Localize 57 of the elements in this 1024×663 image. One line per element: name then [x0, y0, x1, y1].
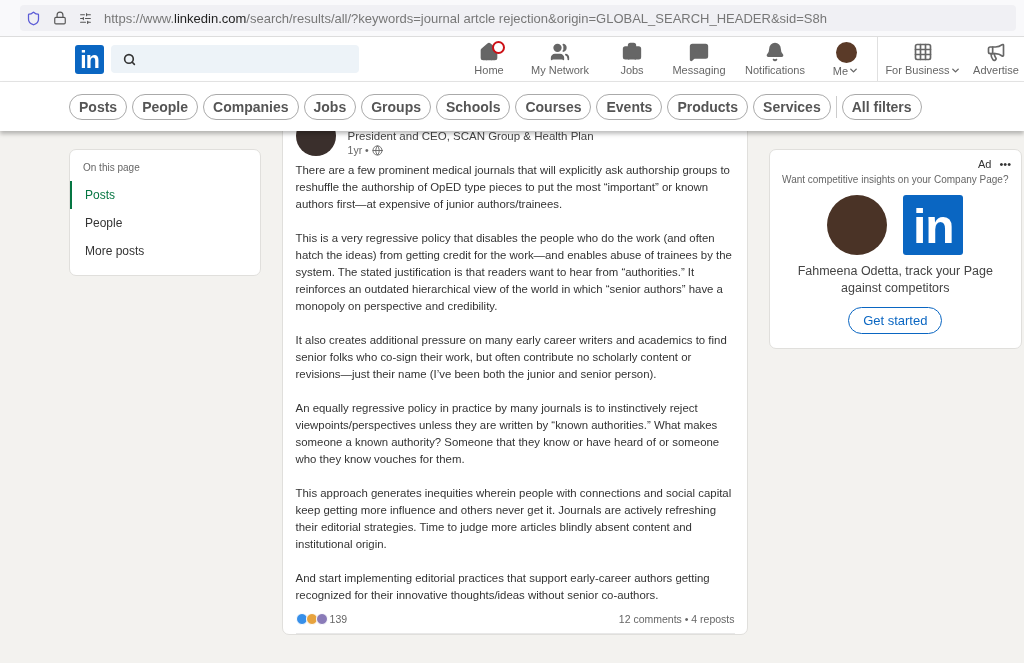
filter-chip[interactable]: Courses — [515, 93, 592, 120]
sidebar-item[interactable]: Posts — [70, 181, 260, 209]
logo[interactable]: in — [75, 44, 104, 74]
sidebar-item[interactable]: People — [70, 209, 260, 237]
globe-icon — [371, 144, 383, 156]
people-icon — [550, 42, 570, 62]
sidebar-title: On this page — [82, 162, 141, 175]
post-paragraph: An equally regressive policy in practice by many journals is to instinctively reject viewpoints/perspectives unless they are written by “known authorities.” What makes someone a known authority? Someone that they know or have heard of or someone who they know vouches for them. — [295, 401, 721, 467]
briefcase-icon — [622, 42, 642, 62]
filter-chip[interactable]: People — [132, 93, 199, 120]
logo: in — [903, 195, 964, 255]
post-paragraph: And start implementing editorial practices that support early-career authors getting recognized for their innovative thoughts/ideas without senior co-authors. — [295, 571, 711, 603]
filter-chip[interactable]: Companies — [203, 93, 299, 120]
bell-icon — [765, 42, 785, 62]
reactions-icon — [295, 613, 326, 625]
get-started-button[interactable]: Get started — [848, 307, 943, 334]
nav-item[interactable]: Notifications — [735, 37, 815, 81]
ad-label: Ad — [978, 158, 992, 170]
filter-chip[interactable]: Posts — [69, 93, 128, 120]
filter-chip[interactable]: Services — [753, 93, 831, 120]
nav-item[interactable]: Advertise — [968, 37, 1024, 81]
filter-chip[interactable]: Products — [667, 93, 749, 120]
filter-chip[interactable]: Schools — [435, 93, 511, 120]
all-filters-button[interactable]: All filters — [841, 93, 922, 120]
megaphone-icon — [986, 42, 1006, 62]
post-paragraph: There are a few prominent medical journals that will explicitly ask authorship groups to reshuffle the authorship of OpED type pieces to put the most “important” or known authors first—at expensive of junior authors/trainees. — [295, 163, 731, 212]
sliders-icon — [79, 11, 92, 25]
nav-item[interactable]: Messaging — [663, 37, 735, 81]
address-bar[interactable]: https://www.linkedin.com/search/results/all/?keywords=journal artcle rejection&origin=GLOBAL_SEARCH_HEADER&sid=S8h — [20, 5, 1016, 31]
chat-icon — [689, 42, 709, 62]
search-icon — [123, 52, 136, 66]
lock-icon — [53, 11, 67, 25]
filter-chip[interactable]: Jobs — [303, 93, 357, 120]
nav-item[interactable]: Home — [459, 37, 519, 81]
url-text: https://www.linkedin.com/search/results/all/?keywords=journal artcle rejection&origin=GLOBAL_SEARCH_HEADER&sid=S8h — [104, 10, 827, 26]
comments-reposts[interactable]: 12 comments • 4 reposts — [618, 613, 735, 625]
filter-chip[interactable]: Groups — [361, 93, 431, 120]
nav-item[interactable]: Jobs — [601, 37, 663, 81]
nav-item[interactable]: For Business — [878, 37, 968, 81]
filter-chip[interactable]: Events — [596, 93, 663, 120]
post-age: 1yr • — [347, 144, 369, 156]
nav-item[interactable]: My Network — [519, 37, 601, 81]
ad-message: Fahmeena Odetta, track your Page against competitors — [796, 263, 994, 297]
ad-headline: Want competitive insights on your Company Page? — [782, 174, 1009, 185]
search-field[interactable] — [111, 45, 359, 73]
caret-icon — [848, 65, 860, 76]
sidebar-item[interactable]: More posts — [70, 237, 260, 265]
author-subtitle: President and CEO, SCAN Group & Health Plan — [347, 131, 594, 142]
post-paragraph: It also creates additional pressure on many early career writers and academics to find senior folks who co-sign their work, but often contribute no scholarly content or revisions—just their name (I’ve been both the junior and senior person). — [295, 333, 728, 382]
more-button[interactable]: ••• — [999, 158, 1011, 170]
avatar-icon — [835, 41, 857, 63]
post-paragraph: This is a very regressive policy that disables the people who do the work (and often hatch the ideas) from getting credit for the work—and enables abuse of trainees by the system. The stated justification is that readers want to hear from “authorities.” It reinforces an outdated hierarchical view of the world in which “senior authors” have a monopoly on perspective and credibility. — [295, 231, 733, 314]
post-paragraph: This approach generates inequities wherein people with connections and social capital keep getting more influence and others never get it. Journals are actively refreshing their editorial strategies. Time to judge more articles blindly absent content and institutional origin. — [295, 486, 733, 552]
shield-icon — [26, 10, 41, 26]
grid-icon — [913, 42, 933, 62]
reaction-count[interactable]: 139 — [329, 613, 348, 625]
nav-item[interactable]: Me — [815, 37, 877, 81]
